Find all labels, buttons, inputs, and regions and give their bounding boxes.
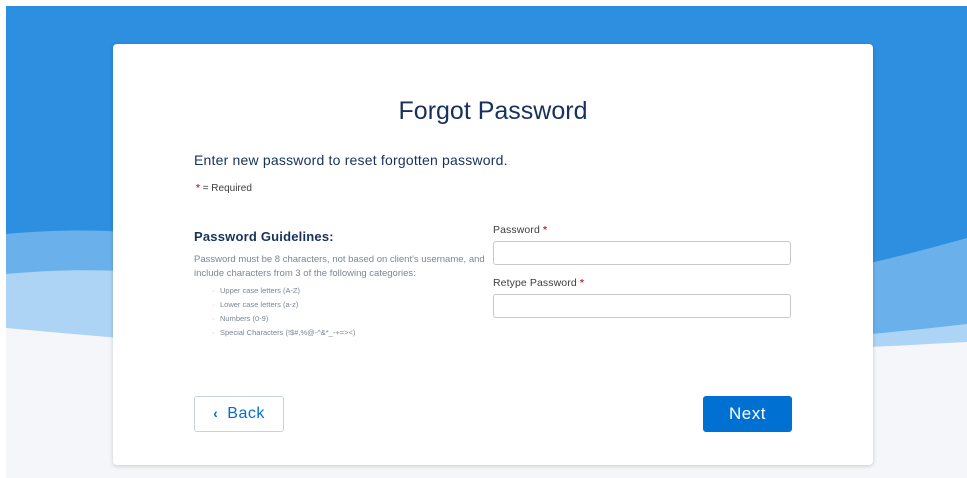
chevron-left-icon: ‹ bbox=[213, 405, 219, 421]
password-guidelines: Password Guidelines: Password must be 8 … bbox=[194, 229, 490, 340]
next-button[interactable]: Next bbox=[703, 396, 792, 432]
intro-text: Enter new password to reset forgotten pa… bbox=[194, 152, 508, 168]
password-input[interactable] bbox=[493, 241, 791, 265]
required-asterisk: * bbox=[196, 183, 200, 194]
required-legend-text: = Required bbox=[202, 183, 252, 194]
guideline-item: · Special Characters (!$#,%@-^&*_-+=><) bbox=[212, 328, 356, 337]
guidelines-description: Password must be 8 characters, not based… bbox=[194, 254, 485, 279]
guideline-item: · Upper case letters (A-Z) bbox=[212, 286, 301, 295]
page-title: Forgot Password bbox=[398, 97, 588, 125]
required-asterisk: * bbox=[579, 277, 585, 289]
password-label: Password * bbox=[493, 224, 548, 236]
retype-password-input[interactable] bbox=[493, 294, 791, 318]
back-button-label: Back bbox=[227, 405, 265, 422]
guidelines-heading: Password Guidelines: bbox=[194, 229, 334, 244]
required-asterisk: * bbox=[542, 224, 548, 236]
guidelines-list: · Upper case letters (A-Z) · Lower case le… bbox=[194, 284, 490, 340]
back-button[interactable]: ‹ Back bbox=[194, 396, 284, 432]
retype-password-label: Retype Password * bbox=[493, 277, 585, 289]
guideline-item: · Numbers (0-9) bbox=[212, 314, 269, 323]
page-background: Forgot Password Enter new password to re… bbox=[6, 6, 967, 478]
required-legend: * = Required bbox=[196, 183, 252, 194]
guideline-item: · Lower case letters (a-z) bbox=[212, 300, 299, 309]
forgot-password-card: Forgot Password Enter new password to re… bbox=[113, 44, 873, 465]
